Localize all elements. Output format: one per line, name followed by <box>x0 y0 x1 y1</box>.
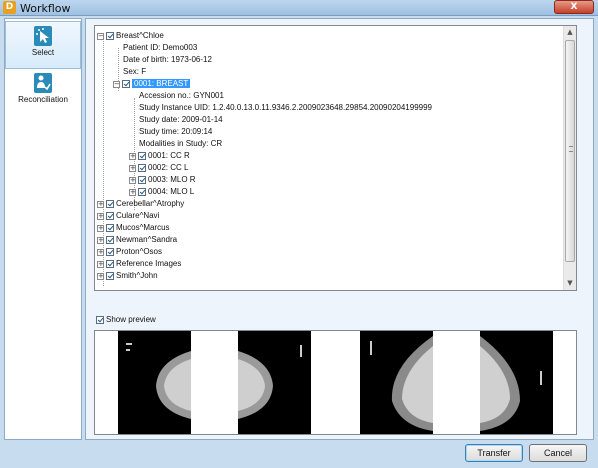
sidebar-item-label: Select <box>31 48 55 57</box>
node-checkbox[interactable] <box>106 272 114 280</box>
collapse-toggle[interactable]: − <box>113 80 120 88</box>
expand-toggle[interactable]: + <box>129 188 136 196</box>
app-icon: D <box>3 1 16 14</box>
tree-node-patient[interactable]: + Newman^Sandra <box>97 234 177 246</box>
tree-node-detail: Patient ID: Demo003 <box>123 43 198 52</box>
tree-node-detail: Date of birth: 1973-06-12 <box>123 55 212 64</box>
expand-toggle[interactable]: + <box>97 236 104 244</box>
transfer-button[interactable]: Transfer <box>465 444 523 462</box>
tree-node-series[interactable]: +0004: MLO L <box>129 186 194 198</box>
title-bar: D Workflow X <box>0 0 598 16</box>
expand-toggle[interactable]: + <box>97 260 104 268</box>
node-checkbox[interactable] <box>138 188 146 196</box>
node-label: 0001: CC R <box>148 151 190 160</box>
tree-node-patient[interactable]: + Reference Images <box>97 258 181 270</box>
study-tree[interactable]: − Breast^Chloe Patient ID: Demo003 Date o… <box>94 25 577 291</box>
node-checkbox[interactable] <box>106 260 114 268</box>
tree-node-detail: Study time: 20:09:14 <box>139 127 213 136</box>
scroll-up-arrow-icon[interactable]: ▲ <box>564 26 576 39</box>
expand-toggle[interactable]: + <box>129 152 136 160</box>
close-button[interactable]: X <box>554 0 594 14</box>
expand-toggle[interactable]: + <box>97 224 104 232</box>
tree-node-patient[interactable]: − Breast^Chloe <box>97 30 164 42</box>
node-label: Cerebellar^Atrophy <box>116 199 185 208</box>
expand-toggle[interactable]: + <box>129 176 136 184</box>
cursor-select-icon <box>34 26 52 46</box>
preview-image-mlo-l[interactable] <box>480 331 553 434</box>
node-label: Mucos^Marcus <box>116 223 170 232</box>
expand-toggle[interactable]: + <box>97 248 104 256</box>
expand-toggle[interactable]: + <box>97 212 104 220</box>
node-checkbox[interactable] <box>106 224 114 232</box>
node-label: Smith^John <box>116 271 158 280</box>
sidebar-item-select[interactable]: Select <box>5 21 81 69</box>
main-panel: − Breast^Chloe Patient ID: Demo003 Date o… <box>85 18 594 440</box>
node-label: Breast^Chloe <box>116 31 164 40</box>
node-checkbox[interactable] <box>138 176 146 184</box>
node-checkbox[interactable] <box>138 152 146 160</box>
tree-scrollbar[interactable]: ▲ ▼ <box>563 26 576 290</box>
tree-node-patient[interactable]: + Mucos^Marcus <box>97 222 170 234</box>
expand-toggle[interactable]: + <box>129 164 136 172</box>
scroll-thumb[interactable] <box>565 40 575 262</box>
node-checkbox[interactable] <box>106 200 114 208</box>
node-checkbox[interactable] <box>106 212 114 220</box>
preview-image-cc-l[interactable] <box>238 331 311 434</box>
node-checkbox[interactable] <box>106 32 114 40</box>
node-checkbox[interactable] <box>106 236 114 244</box>
tree-node-detail: Sex: F <box>123 67 147 76</box>
node-label: 0003: MLO R <box>148 175 196 184</box>
node-checkbox[interactable] <box>106 248 114 256</box>
show-preview-toggle[interactable]: Show preview <box>96 314 156 326</box>
node-checkbox[interactable] <box>122 80 130 88</box>
node-checkbox[interactable] <box>138 164 146 172</box>
node-label: 0002: CC L <box>148 163 189 172</box>
window-frame: Select Reconciliation − Breast^Chloe Pat… <box>0 16 598 468</box>
node-label: Reference Images <box>116 259 182 268</box>
tree-node-study[interactable]: − 0001: BREAST <box>113 78 191 90</box>
tree-node-detail: Study Instance UID: 1.2.40.0.13.0.11.934… <box>139 103 432 112</box>
cancel-button[interactable]: Cancel <box>529 444 587 462</box>
sidebar-item-reconciliation[interactable]: Reconciliation <box>5 69 81 117</box>
tree-node-patient[interactable]: + Smith^John <box>97 270 158 282</box>
tree-node-series[interactable]: +0001: CC R <box>129 150 190 162</box>
node-label: Proton^Osos <box>116 247 162 256</box>
preview-pane <box>94 330 577 435</box>
preview-image-cc-r[interactable] <box>118 331 191 434</box>
tree-node-detail: Study date: 2009-01-14 <box>139 115 223 124</box>
tree-node-patient[interactable]: + Culare^Navi <box>97 210 159 222</box>
window-title: Workflow <box>20 2 71 15</box>
preview-image-mlo-r[interactable] <box>360 331 433 434</box>
show-preview-label: Show preview <box>106 315 156 324</box>
node-label: Newman^Sandra <box>116 235 178 244</box>
tree-node-detail: Modalities in Study: CR <box>139 139 223 148</box>
collapse-toggle[interactable]: − <box>97 32 104 40</box>
tree-node-detail: Accession no.: GYN001 <box>139 91 224 100</box>
sidebar-item-label: Reconciliation <box>18 95 68 104</box>
tree-node-patient[interactable]: + Cerebellar^Atrophy <box>97 198 184 210</box>
expand-toggle[interactable]: + <box>97 200 104 208</box>
tree-node-patient[interactable]: + Proton^Osos <box>97 246 162 258</box>
scroll-down-arrow-icon[interactable]: ▼ <box>564 277 576 290</box>
expand-toggle[interactable]: + <box>97 272 104 280</box>
tree-node-series[interactable]: +0002: CC L <box>129 162 188 174</box>
reconciliation-icon <box>34 73 52 93</box>
workflow-sidebar: Select Reconciliation <box>4 18 82 440</box>
tree-node-series[interactable]: +0003: MLO R <box>129 174 196 186</box>
grip-icon <box>569 146 573 152</box>
node-label: Culare^Navi <box>116 211 160 220</box>
node-label: 0004: MLO L <box>148 187 195 196</box>
node-label: 0001: BREAST <box>132 79 191 88</box>
show-preview-checkbox[interactable] <box>96 316 104 324</box>
